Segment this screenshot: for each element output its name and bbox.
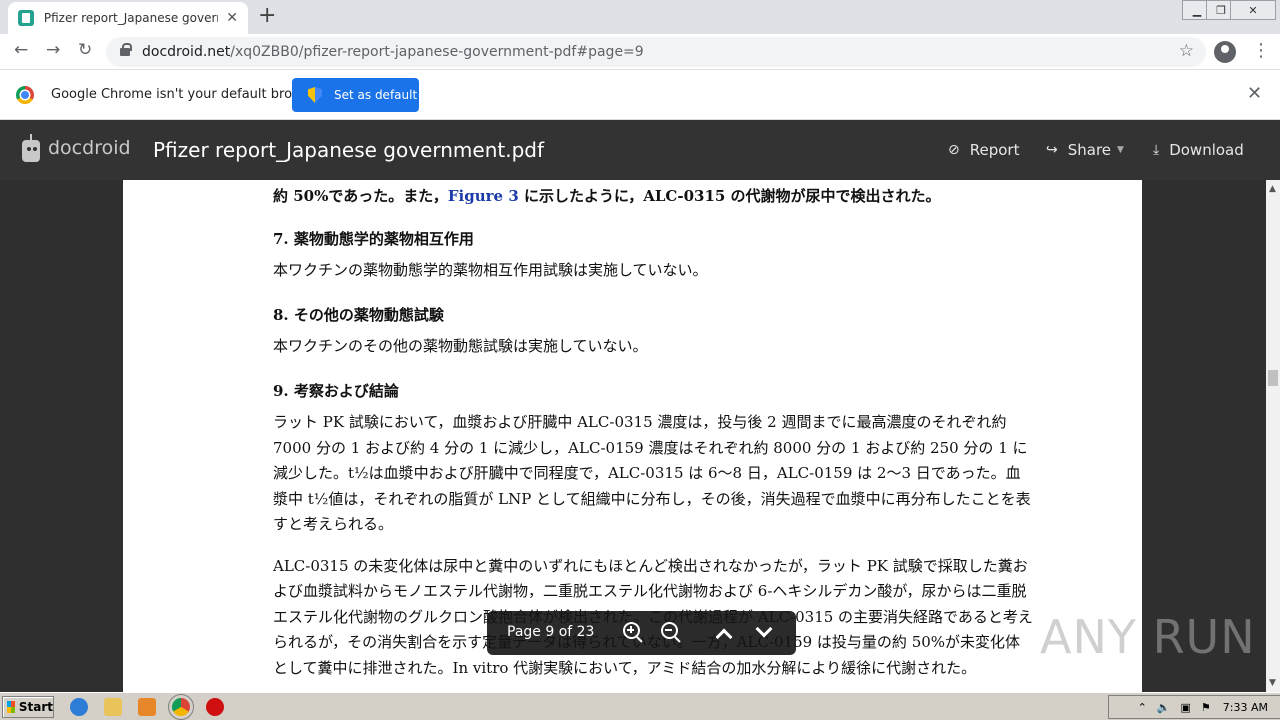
scroll-thumb[interactable]: [1268, 370, 1278, 386]
anyrun-watermark: ANY RUN: [1040, 610, 1256, 664]
address-bar[interactable]: docdroid.net/xq0ZBB0/pfizer-report-japan…: [106, 37, 1206, 67]
paragraph-section-7: 本ワクチンの薬物動態学的薬物相互作用試験は実施していない。: [273, 261, 708, 279]
profile-avatar-icon[interactable]: [1214, 41, 1236, 63]
security-app-icon[interactable]: [206, 698, 224, 716]
shield-icon: [308, 87, 322, 103]
share-button[interactable]: ↪ Share ▼: [1046, 141, 1124, 159]
scroll-up-icon[interactable]: ▲: [1269, 184, 1276, 194]
page-indicator: Page 9 of 23: [507, 624, 595, 640]
docdroid-favicon-icon: [18, 10, 34, 26]
browser-tab[interactable]: Pfizer report_Japanese government ✕: [8, 2, 248, 34]
lock-icon[interactable]: [120, 43, 132, 56]
share-icon: ↪: [1046, 142, 1058, 158]
robot-icon: [20, 134, 42, 162]
volume-icon[interactable]: 🔈: [1157, 701, 1171, 714]
clock[interactable]: 7:33 AM: [1223, 701, 1268, 714]
tab-title: Pfizer report_Japanese government: [43, 11, 218, 25]
default-browser-infobar: Google Chrome isn't your default browser…: [0, 70, 1280, 120]
paragraph-metabolite: 約 50%であった。また，Figure 3 に示したように，ALC-0315 の…: [273, 187, 941, 205]
infobar-message: Google Chrome isn't your default browser: [51, 87, 323, 102]
window-close-icon[interactable]: ✕: [1230, 0, 1276, 20]
windows-taskbar: Start ⌃ 🔈 ▣ ⚑ 7:33 AM: [0, 692, 1280, 720]
back-icon[interactable]: ←: [14, 40, 28, 60]
next-page-icon[interactable]: [750, 619, 778, 647]
docdroid-header: docdroid Pfizer report_Japanese governme…: [0, 120, 1280, 180]
brand-name: docdroid: [48, 137, 131, 159]
windows-logo-icon: [7, 701, 15, 713]
tab-close-icon[interactable]: ✕: [226, 10, 238, 26]
set-as-default-label: Set as default: [334, 88, 418, 102]
report-button[interactable]: ⊘ Report: [948, 141, 1019, 159]
docdroid-logo[interactable]: docdroid: [20, 134, 131, 162]
infobar-close-icon[interactable]: ✕: [1247, 83, 1262, 104]
bookmark-star-icon[interactable]: ☆: [1179, 41, 1194, 61]
document-title: Pfizer report_Japanese government.pdf: [153, 138, 545, 162]
start-button[interactable]: Start: [2, 696, 54, 718]
network-icon[interactable]: ▣: [1181, 701, 1191, 714]
page-content: 約 50%であった。また，Figure 3 に示したように，ALC-0315 の…: [273, 184, 1033, 681]
heading-section-9: 9. 考察および結論: [273, 381, 399, 400]
tray-expand-icon[interactable]: ⌃: [1138, 701, 1147, 714]
internet-explorer-icon[interactable]: [70, 698, 88, 716]
url-text[interactable]: docdroid.net/xq0ZBB0/pfizer-report-japan…: [142, 44, 644, 60]
report-icon: ⊘: [948, 142, 960, 158]
system-tray: ⌃ 🔈 ▣ ⚑ 7:33 AM: [1108, 695, 1280, 719]
viewer-scrollbar[interactable]: ▲ ▼: [1266, 180, 1280, 692]
paragraph-section-9: ラット PK 試験において，血漿および肝臓中 ALC-0315 濃度は，投与後 …: [273, 413, 1031, 533]
download-button[interactable]: ⤓ Download: [1153, 141, 1244, 159]
zoom-in-icon[interactable]: [620, 619, 648, 647]
chrome-taskbar-icon[interactable]: [168, 694, 194, 720]
zoom-out-icon[interactable]: [658, 619, 686, 647]
figure-3-link[interactable]: Figure 3: [448, 187, 519, 205]
browser-toolbar: ← → ↻ docdroid.net/xq0ZBB0/pfizer-report…: [0, 34, 1280, 70]
file-explorer-icon[interactable]: [104, 698, 122, 716]
chrome-logo-icon: [16, 86, 34, 104]
download-icon: ⤓: [1153, 142, 1160, 158]
share-caret-icon: ▼: [1117, 145, 1124, 155]
menu-dots-icon[interactable]: ⋮: [1252, 40, 1270, 61]
heading-section-7: 7. 薬物動態学的薬物相互作用: [273, 229, 474, 248]
forward-icon[interactable]: →: [46, 40, 60, 60]
set-as-default-button[interactable]: Set as default: [292, 78, 419, 112]
heading-section-8: 8. その他の薬物動態試験: [273, 305, 444, 324]
previous-page-icon[interactable]: [710, 619, 738, 647]
reload-icon[interactable]: ↻: [78, 40, 92, 60]
page-controls: Page 9 of 23: [487, 611, 796, 655]
scroll-down-icon[interactable]: ▼: [1269, 678, 1276, 688]
tab-strip: Pfizer report_Japanese government ✕ + ▁ …: [0, 0, 1280, 34]
new-tab-icon[interactable]: +: [258, 4, 276, 28]
action-center-flag-icon[interactable]: ⚑: [1201, 701, 1211, 714]
paragraph-section-8: 本ワクチンのその他の薬物動態試験は実施していない。: [273, 337, 648, 355]
media-player-icon[interactable]: [138, 698, 156, 716]
